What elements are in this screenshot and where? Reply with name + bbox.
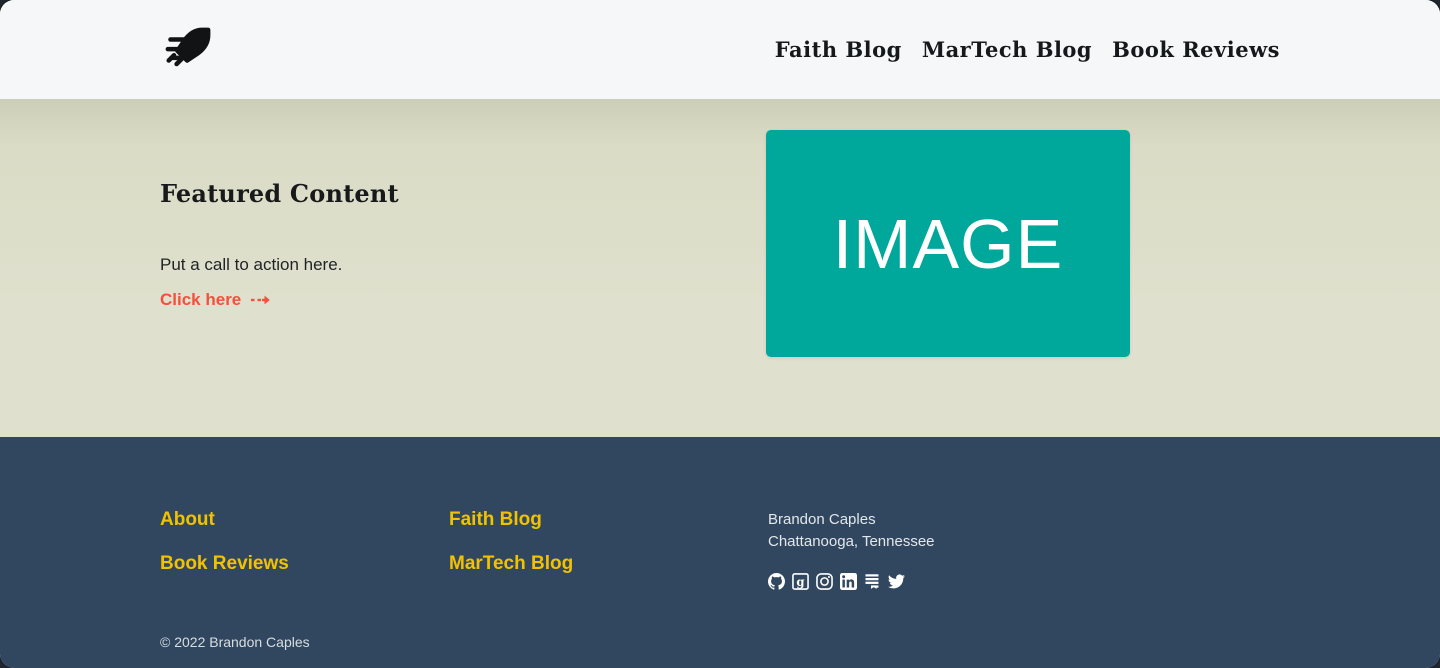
hero-image-placeholder: IMAGE <box>766 130 1130 357</box>
hero-title: Featured Content <box>160 179 399 208</box>
footer-column-blogs: Faith Blog MarTech Blog <box>449 509 768 590</box>
nav-item-martech-blog[interactable]: MarTech Blog <box>922 37 1092 62</box>
hero-body-text: Put a call to action here. <box>160 255 343 274</box>
dashed-arrow-right-icon <box>250 293 272 307</box>
footer-author-location: Chattanooga, Tennessee <box>768 532 935 550</box>
goodreads-icon: g <box>792 572 809 590</box>
twitter-icon <box>888 573 905 588</box>
site-footer: About Book Reviews Faith Blog MarTech Bl… <box>0 437 1440 668</box>
nav-item-book-reviews[interactable]: Book Reviews <box>1112 37 1280 62</box>
hero-inner: Featured Content Put a call to action he… <box>0 99 1440 357</box>
linkedin-icon <box>840 572 857 590</box>
rocket-icon <box>165 27 211 66</box>
rocket-logo[interactable] <box>160 22 216 78</box>
footer-copyright: © 2022 Brandon Caples <box>160 634 310 650</box>
footer-link-faith-blog[interactable]: Faith Blog <box>449 509 768 531</box>
linkedin-link[interactable] <box>840 572 857 590</box>
footer-column-contact: Brandon Caples Chattanooga, Tennessee g <box>768 509 935 590</box>
instagram-link[interactable] <box>816 572 833 590</box>
footer-link-about[interactable]: About <box>160 509 449 531</box>
hero-cta-link[interactable]: Click here <box>160 290 272 310</box>
footer-link-book-reviews[interactable]: Book Reviews <box>160 553 449 575</box>
site-header: Faith Blog MarTech Blog Book Reviews <box>0 0 1440 99</box>
footer-author-name: Brandon Caples <box>768 511 876 528</box>
footer-columns: About Book Reviews Faith Blog MarTech Bl… <box>160 437 1280 590</box>
substack-link[interactable] <box>864 573 881 590</box>
hero-cta-label: Click here <box>160 289 242 309</box>
hero-copy: Featured Content Put a call to action he… <box>160 99 399 310</box>
hero-image-label: IMAGE <box>832 204 1064 283</box>
main-navigation: Faith Blog MarTech Blog Book Reviews <box>775 37 1280 62</box>
twitter-link[interactable] <box>888 573 905 590</box>
goodreads-link[interactable]: g <box>792 572 809 590</box>
hero-section: Featured Content Put a call to action he… <box>0 99 1440 437</box>
svg-text:g: g <box>796 574 804 588</box>
page-root: Faith Blog MarTech Blog Book Reviews Fea… <box>0 0 1440 668</box>
footer-link-martech-blog[interactable]: MarTech Blog <box>449 553 768 575</box>
footer-address: Brandon Caples Chattanooga, Tennessee <box>768 509 935 553</box>
instagram-icon <box>816 572 833 590</box>
footer-column-primary: About Book Reviews <box>160 509 449 590</box>
github-link[interactable] <box>768 572 785 590</box>
nav-item-faith-blog[interactable]: Faith Blog <box>775 37 902 62</box>
social-links: g <box>768 572 935 590</box>
github-icon <box>768 572 785 590</box>
substack-icon <box>865 573 879 589</box>
